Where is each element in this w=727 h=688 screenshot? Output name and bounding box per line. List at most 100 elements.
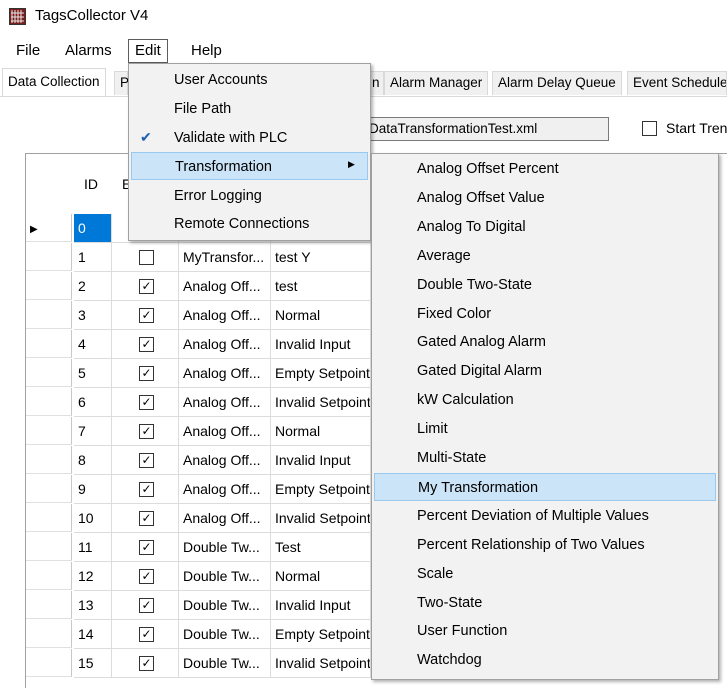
type-cell[interactable]: Double Tw... xyxy=(179,649,271,678)
submenu-item-analog-offset-value[interactable]: Analog Offset Value xyxy=(374,184,716,212)
row-header[interactable] xyxy=(26,214,72,242)
menu-alarms[interactable]: Alarms xyxy=(59,41,118,61)
submenu-item-multi-state[interactable]: Multi-State xyxy=(374,444,716,472)
name-cell[interactable]: test xyxy=(271,272,371,301)
id-cell[interactable]: 12 xyxy=(74,562,112,591)
enabled-checkbox[interactable]: ✓ xyxy=(139,279,154,294)
submenu-item-average[interactable]: Average xyxy=(374,242,716,270)
name-cell[interactable]: Normal xyxy=(271,417,371,446)
submenu-item-watchdog[interactable]: Watchdog xyxy=(374,646,716,674)
row-header[interactable] xyxy=(26,330,72,358)
menu-file[interactable]: File xyxy=(10,41,46,61)
type-cell[interactable]: Analog Off... xyxy=(179,301,271,330)
id-cell[interactable]: 2 xyxy=(74,272,112,301)
id-cell[interactable]: 3 xyxy=(74,301,112,330)
row-header[interactable] xyxy=(26,533,72,561)
name-cell[interactable]: Invalid Setpoint xyxy=(271,649,371,678)
id-cell[interactable]: 7 xyxy=(74,417,112,446)
name-cell[interactable]: Invalid Setpoint xyxy=(271,388,371,417)
submenu-item-double-two-state[interactable]: Double Two-State xyxy=(374,271,716,299)
row-header[interactable] xyxy=(26,475,72,503)
enabled-checkbox[interactable]: ✓ xyxy=(139,598,154,613)
tab-p[interactable]: P xyxy=(114,71,129,95)
submenu-item-limit[interactable]: Limit xyxy=(374,415,716,443)
tab-data-collection[interactable]: Data Collection xyxy=(2,68,106,96)
type-cell[interactable]: Double Tw... xyxy=(179,562,271,591)
id-cell[interactable]: 9 xyxy=(74,475,112,504)
row-header[interactable] xyxy=(26,562,72,590)
id-cell[interactable]: 6 xyxy=(74,388,112,417)
tab-alarm-manager[interactable]: Alarm Manager xyxy=(384,71,489,95)
submenu-item-gated-digital-alarm[interactable]: Gated Digital Alarm xyxy=(374,357,716,385)
type-cell[interactable]: Analog Off... xyxy=(179,359,271,388)
menu-item-validate-with-plc[interactable]: Validate with PLC xyxy=(131,124,368,152)
name-cell[interactable]: Empty Setpoint xyxy=(271,475,371,504)
menu-item-user-accounts[interactable]: User Accounts xyxy=(131,66,368,94)
submenu-item-analog-to-digital[interactable]: Analog To Digital xyxy=(374,213,716,241)
menu-edit[interactable]: Edit xyxy=(128,39,168,63)
row-header[interactable] xyxy=(26,649,72,677)
enabled-checkbox[interactable]: ✓ xyxy=(139,308,154,323)
submenu-item-user-function[interactable]: User Function xyxy=(374,617,716,645)
column-header-id[interactable]: ID xyxy=(84,154,98,214)
type-cell[interactable]: Analog Off... xyxy=(179,272,271,301)
submenu-item-fixed-color[interactable]: Fixed Color xyxy=(374,300,716,328)
name-cell[interactable]: Invalid Setpoint xyxy=(271,504,371,533)
start-trend-checkbox[interactable] xyxy=(642,121,657,136)
type-cell[interactable]: Analog Off... xyxy=(179,475,271,504)
menu-item-transformation[interactable]: Transformation xyxy=(131,152,368,180)
type-cell[interactable]: Analog Off... xyxy=(179,417,271,446)
name-cell[interactable]: Invalid Input xyxy=(271,591,371,620)
row-header[interactable] xyxy=(26,504,72,532)
type-cell[interactable]: Analog Off... xyxy=(179,504,271,533)
name-cell[interactable]: Invalid Input xyxy=(271,446,371,475)
name-cell[interactable]: Normal xyxy=(271,301,371,330)
submenu-item-kw-calculation[interactable]: kW Calculation xyxy=(374,386,716,414)
submenu-item-scale[interactable]: Scale xyxy=(374,560,716,588)
row-header[interactable] xyxy=(26,272,72,300)
enabled-checkbox[interactable]: ✓ xyxy=(139,627,154,642)
row-header[interactable] xyxy=(26,446,72,474)
submenu-item-analog-offset-percent[interactable]: Analog Offset Percent xyxy=(374,155,716,183)
submenu-item-gated-analog-alarm[interactable]: Gated Analog Alarm xyxy=(374,328,716,356)
type-cell[interactable]: MyTransfor... xyxy=(179,243,271,272)
type-cell[interactable]: Analog Off... xyxy=(179,446,271,475)
name-cell[interactable]: Empty Setpoint xyxy=(271,359,371,388)
enabled-checkbox[interactable]: ✓ xyxy=(139,366,154,381)
row-header[interactable] xyxy=(26,620,72,648)
menu-item-file-path[interactable]: File Path xyxy=(131,95,368,123)
id-cell[interactable]: 4 xyxy=(74,330,112,359)
type-cell[interactable]: Analog Off... xyxy=(179,330,271,359)
name-cell[interactable]: Test xyxy=(271,533,371,562)
menu-item-remote-connections[interactable]: Remote Connections xyxy=(131,210,368,238)
enabled-checkbox[interactable]: ✓ xyxy=(139,453,154,468)
row-header[interactable] xyxy=(26,388,72,416)
submenu-item-percent-deviation-of-multiple-values[interactable]: Percent Deviation of Multiple Values xyxy=(374,502,716,530)
id-cell[interactable]: 5 xyxy=(74,359,112,388)
row-header[interactable] xyxy=(26,301,72,329)
name-cell[interactable]: test Y xyxy=(271,243,371,272)
submenu-item-percent-relationship-of-two-values[interactable]: Percent Relationship of Two Values xyxy=(374,531,716,559)
name-cell[interactable]: Normal xyxy=(271,562,371,591)
enabled-checkbox[interactable]: ✓ xyxy=(139,540,154,555)
type-cell[interactable]: Analog Off... xyxy=(179,388,271,417)
enabled-checkbox[interactable]: ✓ xyxy=(139,395,154,410)
menu-item-error-logging[interactable]: Error Logging xyxy=(131,182,368,210)
id-cell[interactable]: 1 xyxy=(74,243,112,272)
enabled-checkbox[interactable]: ✓ xyxy=(139,656,154,671)
id-cell[interactable]: 14 xyxy=(74,620,112,649)
type-cell[interactable]: Double Tw... xyxy=(179,533,271,562)
name-cell[interactable]: Invalid Input xyxy=(271,330,371,359)
id-cell[interactable]: 13 xyxy=(74,591,112,620)
submenu-item-my-transformation[interactable]: My Transformation xyxy=(374,472,716,501)
id-cell[interactable]: 0 xyxy=(74,214,112,243)
tab-alarm-delay-queue[interactable]: Alarm Delay Queue xyxy=(492,71,622,95)
enabled-checkbox[interactable]: ✓ xyxy=(139,482,154,497)
row-header[interactable] xyxy=(26,591,72,619)
name-cell[interactable]: Empty Setpoint xyxy=(271,620,371,649)
enabled-checkbox[interactable]: ✓ xyxy=(139,511,154,526)
row-header[interactable] xyxy=(26,417,72,445)
file-path-input[interactable]: DataTransformationTest.xml xyxy=(366,117,609,141)
type-cell[interactable]: Double Tw... xyxy=(179,620,271,649)
enabled-checkbox[interactable]: ✓ xyxy=(139,337,154,352)
